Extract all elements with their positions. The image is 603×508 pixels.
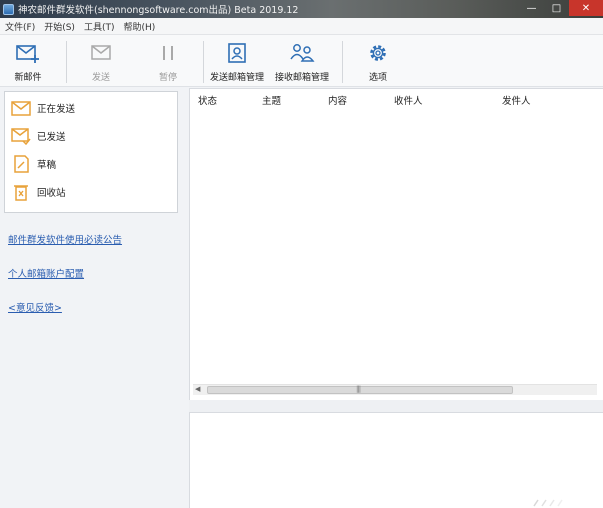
- window-controls: — □ ✕: [519, 0, 603, 16]
- sending-envelope-icon: [11, 98, 31, 118]
- new-mail-icon: [14, 41, 42, 65]
- window-title: 神农邮件群发软件(shennongsoftware.com出品) Beta 20…: [18, 5, 299, 16]
- toolbar-separator: [66, 41, 67, 83]
- options-button[interactable]: 选项: [364, 41, 392, 83]
- scrollbar-thumb[interactable]: |||: [207, 385, 513, 394]
- column-subject[interactable]: 主题: [262, 93, 281, 107]
- scroll-left-icon[interactable]: ◀: [195, 385, 200, 393]
- folder-label: 回收站: [37, 188, 66, 199]
- toolbar-separator: [342, 41, 343, 83]
- maximize-button[interactable]: □: [544, 0, 569, 16]
- menu-bar: 文件(F) 开始(S) 工具(T) 帮助(H): [0, 18, 603, 35]
- pause-label: 暂停: [158, 73, 177, 83]
- pause-icon: [154, 41, 182, 65]
- send-mailbox-manage-button[interactable]: 发送邮箱管理: [210, 41, 264, 83]
- menu-tools[interactable]: 工具(T): [80, 20, 119, 33]
- menu-help[interactable]: 帮助(H): [119, 20, 159, 33]
- send-mailbox-manage-label: 发送邮箱管理: [210, 73, 265, 83]
- sent-envelope-icon: [11, 126, 31, 146]
- account-config-link[interactable]: 个人邮箱账户配置: [8, 266, 84, 280]
- receive-mailbox-manage-label: 接收邮箱管理: [275, 73, 330, 83]
- column-content[interactable]: 内容: [328, 93, 347, 107]
- column-recipient[interactable]: 收件人: [394, 93, 423, 107]
- folder-label: 草稿: [37, 160, 57, 171]
- column-status[interactable]: 状态: [198, 93, 217, 107]
- folder-drafts[interactable]: 草稿: [11, 154, 56, 174]
- receive-mailbox-manage-button[interactable]: 接收邮箱管理: [275, 41, 329, 83]
- new-mail-button[interactable]: 新邮件: [14, 41, 42, 83]
- grip-icon: |||: [356, 385, 361, 393]
- pause-button[interactable]: 暂停: [154, 41, 182, 83]
- send-icon: [87, 41, 115, 65]
- folder-trash[interactable]: 回收站: [11, 182, 66, 202]
- menu-file[interactable]: 文件(F): [1, 20, 39, 33]
- toolbar-separator: [203, 41, 204, 83]
- minimize-button[interactable]: —: [519, 0, 544, 16]
- toolbar: 新邮件 发送 暂停 发送邮箱管理 接收邮箱管理 选项: [0, 35, 603, 87]
- gear-icon: [364, 41, 392, 65]
- menu-start[interactable]: 开始(S): [40, 20, 79, 33]
- options-label: 选项: [368, 73, 387, 83]
- horizontal-scrollbar[interactable]: ◀ |||: [193, 384, 597, 395]
- splitter[interactable]: [189, 400, 603, 412]
- folder-label: 已发送: [37, 132, 66, 143]
- feedback-link[interactable]: <意见反馈>: [8, 300, 62, 314]
- folder-sent[interactable]: 已发送: [11, 126, 66, 146]
- close-button[interactable]: ✕: [569, 0, 603, 16]
- app-icon: [3, 3, 14, 15]
- trash-icon: [11, 182, 31, 202]
- notice-link[interactable]: 邮件群发软件使用必读公告: [8, 232, 122, 246]
- send-button[interactable]: 发送: [87, 41, 115, 83]
- folder-list: 正在发送 已发送 草稿 回收站: [4, 91, 178, 213]
- mail-list[interactable]: 状态 主题 内容 收件人 发件人 ◀ |||: [189, 88, 603, 400]
- left-panel: 正在发送 已发送 草稿 回收站 邮件群发软件使用必读公告 个人邮箱账户配置 <意…: [0, 88, 186, 508]
- contact-card-icon: [223, 41, 251, 65]
- column-sender[interactable]: 发件人: [502, 93, 531, 107]
- send-label: 发送: [91, 73, 110, 83]
- users-icon: [288, 41, 316, 65]
- loading-cursor-icon: [533, 499, 563, 507]
- folder-sending[interactable]: 正在发送: [11, 98, 75, 118]
- folder-label: 正在发送: [37, 104, 76, 115]
- new-mail-label: 新邮件: [14, 73, 42, 83]
- title-bar: 神农邮件群发软件(shennongsoftware.com出品) Beta 20…: [0, 0, 603, 18]
- draft-icon: [11, 154, 31, 174]
